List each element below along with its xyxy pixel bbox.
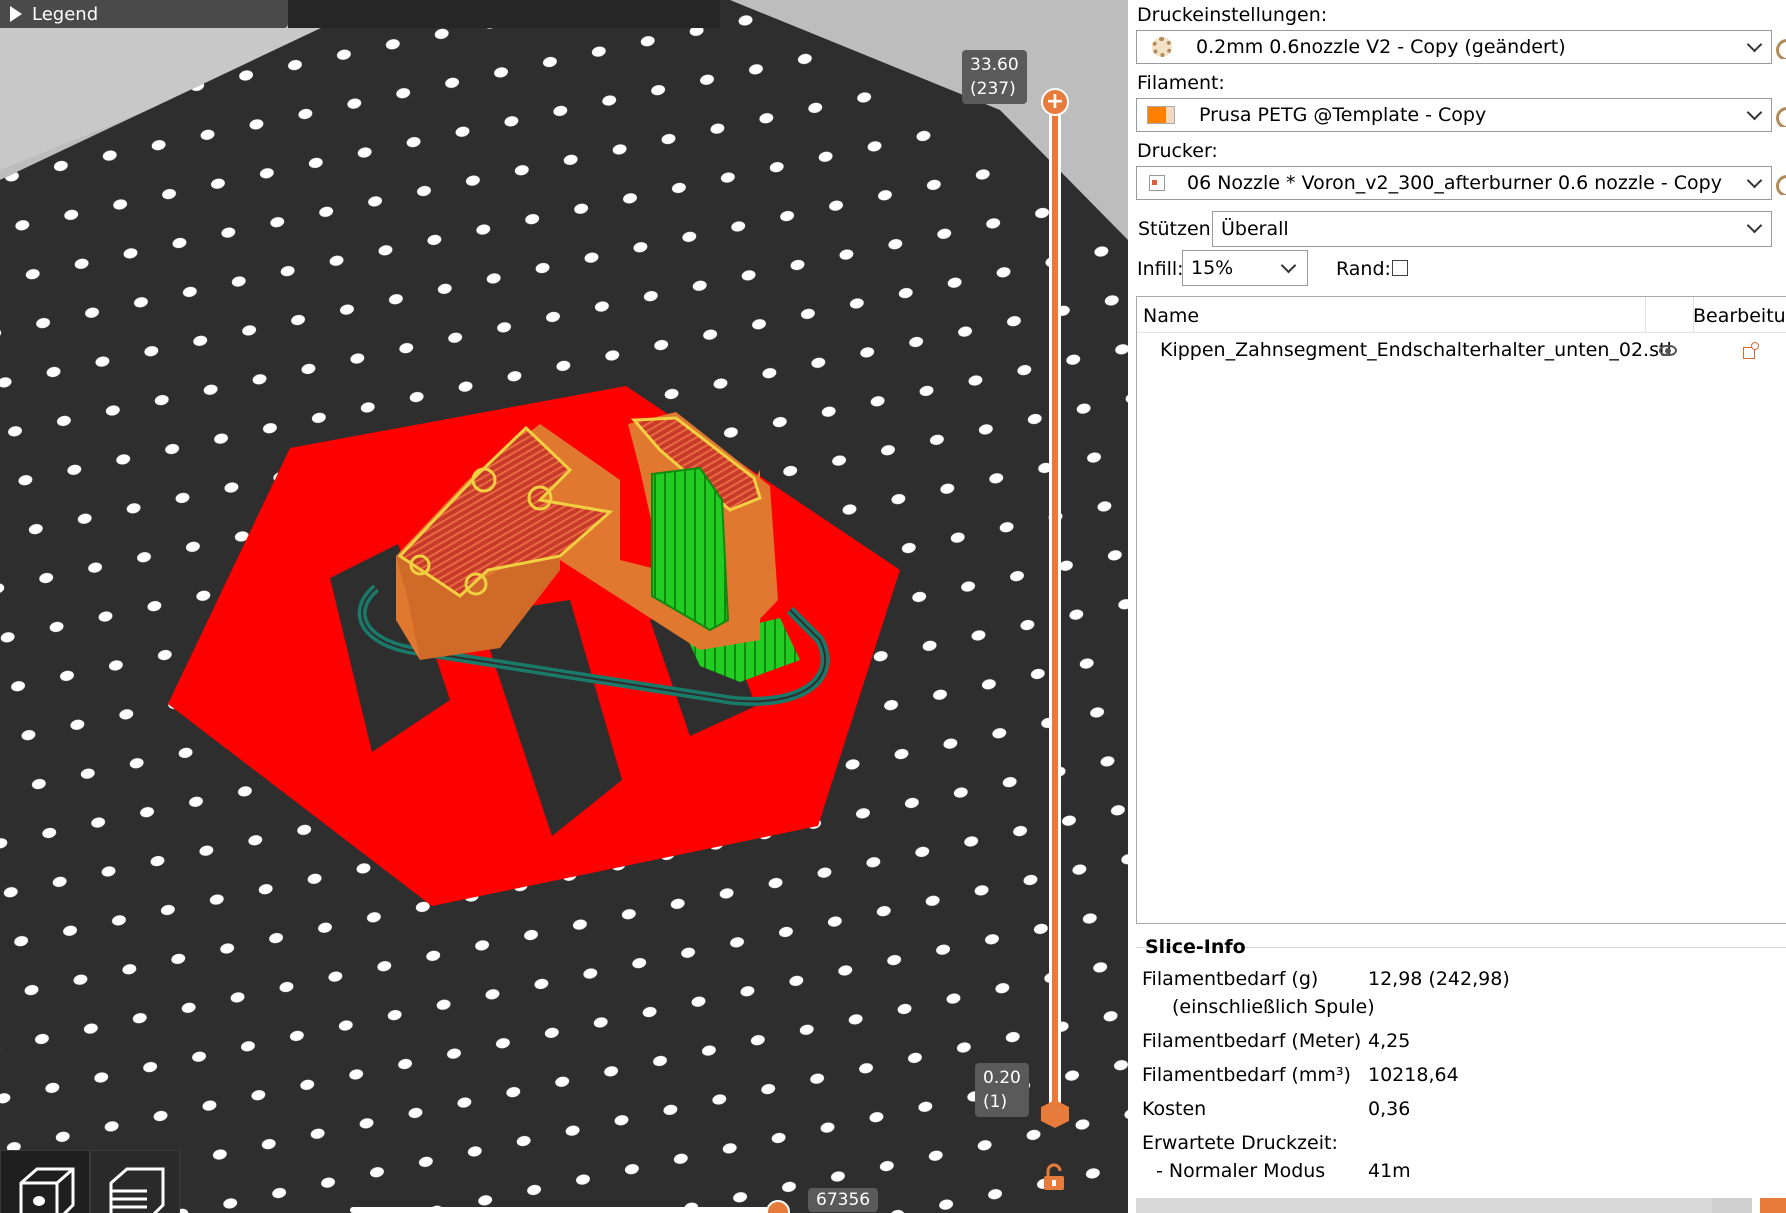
move-slider[interactable] xyxy=(350,1207,770,1213)
filament-g-label: Filamentbedarf (g) xyxy=(1142,968,1319,990)
supports-value: Überall xyxy=(1221,218,1289,240)
bottom-layer-tooltip: 0.20 (1) xyxy=(975,1063,1029,1117)
print-settings-label: Druckeinstellungen: xyxy=(1137,4,1328,26)
preview-viewport[interactable]: Legend + 33.60 (237) 0.20 (1) 67356 xyxy=(0,0,1128,1213)
legend-label: Legend xyxy=(32,3,99,25)
chevron-down-icon xyxy=(1747,220,1761,234)
column-edit[interactable]: Bearbeitu... xyxy=(1693,305,1786,327)
infill-label: Infill: xyxy=(1137,258,1184,280)
object-name: Kippen_Zahnsegment_Endschalterhalter_unt… xyxy=(1160,339,1672,361)
gear-icon[interactable] xyxy=(1776,37,1786,59)
bottom-layer-index: (1) xyxy=(983,1092,1008,1112)
printer-combo[interactable]: 06 Nozzle * Voron_v2_300_afterburner 0.6… xyxy=(1136,166,1772,200)
filament-value: Prusa PETG @Template - Copy xyxy=(1199,104,1487,126)
brim-checkbox[interactable] xyxy=(1392,260,1408,276)
legend-toggle[interactable]: Legend xyxy=(0,0,288,28)
top-layer-tooltip: 33.60 (237) xyxy=(962,50,1027,104)
settings-panel: Druckeinstellungen: 0.2mm 0.6nozzle V2 -… xyxy=(1128,0,1786,1213)
edit-settings-icon[interactable] xyxy=(1743,342,1759,359)
filament-combo[interactable]: Prusa PETG @Template - Copy xyxy=(1136,98,1772,132)
print-settings-value: 0.2mm 0.6nozzle V2 - Copy (geändert) xyxy=(1196,36,1566,58)
filament-label: Filament: xyxy=(1137,72,1225,94)
chevron-down-icon xyxy=(1747,107,1761,121)
layer-slider-range xyxy=(1052,100,1058,1116)
filament-m-label: Filamentbedarf (Meter) xyxy=(1142,1030,1362,1052)
cube-icon xyxy=(19,1167,75,1213)
gear-icon[interactable] xyxy=(1776,173,1786,195)
layer-slider[interactable] xyxy=(1049,100,1061,1116)
top-layer-height: 33.60 xyxy=(970,55,1019,75)
view-layers-button[interactable] xyxy=(90,1150,180,1213)
cost-label: Kosten xyxy=(1142,1098,1207,1120)
cost-value: 0,36 xyxy=(1368,1098,1411,1120)
legend-strip xyxy=(288,0,720,28)
infill-combo[interactable]: 15% xyxy=(1182,250,1308,286)
infill-value: 15% xyxy=(1191,257,1234,279)
layer-slider-top-thumb[interactable]: + xyxy=(1041,88,1069,116)
filament-g-sublabel: (einschließlich Spule) xyxy=(1172,996,1375,1018)
normal-mode-value: 41m xyxy=(1368,1160,1411,1182)
layers-icon xyxy=(109,1167,165,1213)
supports-label: Stützen: xyxy=(1138,218,1218,240)
printer-value: 06 Nozzle * Voron_v2_300_afterburner 0.6… xyxy=(1187,172,1722,194)
export-button[interactable] xyxy=(1760,1198,1786,1213)
view-3d-button[interactable] xyxy=(0,1150,90,1213)
eye-icon[interactable] xyxy=(1659,345,1677,356)
printer-icon xyxy=(1149,175,1165,191)
filament-mm3-label: Filamentbedarf (mm³) xyxy=(1142,1064,1351,1086)
chevron-down-icon xyxy=(1747,175,1761,189)
print-settings-icon xyxy=(1152,37,1172,57)
supports-combo[interactable]: Überall xyxy=(1212,211,1772,247)
filament-m-value: 4,25 xyxy=(1368,1030,1411,1052)
normal-mode-label: - Normaler Modus xyxy=(1156,1160,1326,1182)
object-row[interactable]: Kippen_Zahnsegment_Endschalterhalter_unt… xyxy=(1137,333,1786,367)
chevron-down-icon xyxy=(1747,39,1761,53)
filament-mm3-value: 10218,64 xyxy=(1368,1064,1459,1086)
send-button[interactable] xyxy=(1712,1198,1752,1213)
print-time-label: Erwartete Druckzeit: xyxy=(1142,1132,1338,1154)
filament-g-value: 12,98 (242,98) xyxy=(1368,968,1510,990)
gear-icon[interactable] xyxy=(1776,105,1786,127)
move-counter-tooltip: 67356 xyxy=(808,1188,879,1212)
object-list-header: Name Bearbeitu... xyxy=(1137,297,1786,333)
column-separator xyxy=(1645,297,1646,333)
filament-color-icon xyxy=(1147,106,1175,124)
expand-triangle-icon xyxy=(10,6,22,22)
slice-info-title: Slice-Info xyxy=(1145,936,1246,958)
chevron-down-icon xyxy=(1281,260,1295,274)
top-layer-index: (237) xyxy=(970,79,1016,99)
export-bar[interactable] xyxy=(1136,1198,1736,1213)
lock-open-icon[interactable] xyxy=(1042,1163,1068,1193)
printer-label: Drucker: xyxy=(1137,140,1218,162)
object-list[interactable]: Name Bearbeitu... Kippen_Zahnsegment_End… xyxy=(1136,296,1786,924)
plus-icon: + xyxy=(1045,89,1065,114)
print-settings-combo[interactable]: 0.2mm 0.6nozzle V2 - Copy (geändert) xyxy=(1136,30,1772,64)
brim-label: Rand: xyxy=(1336,258,1391,280)
column-name[interactable]: Name xyxy=(1143,305,1199,327)
bottom-layer-height: 0.20 xyxy=(983,1068,1021,1088)
build-plate-scene xyxy=(0,0,1128,1213)
